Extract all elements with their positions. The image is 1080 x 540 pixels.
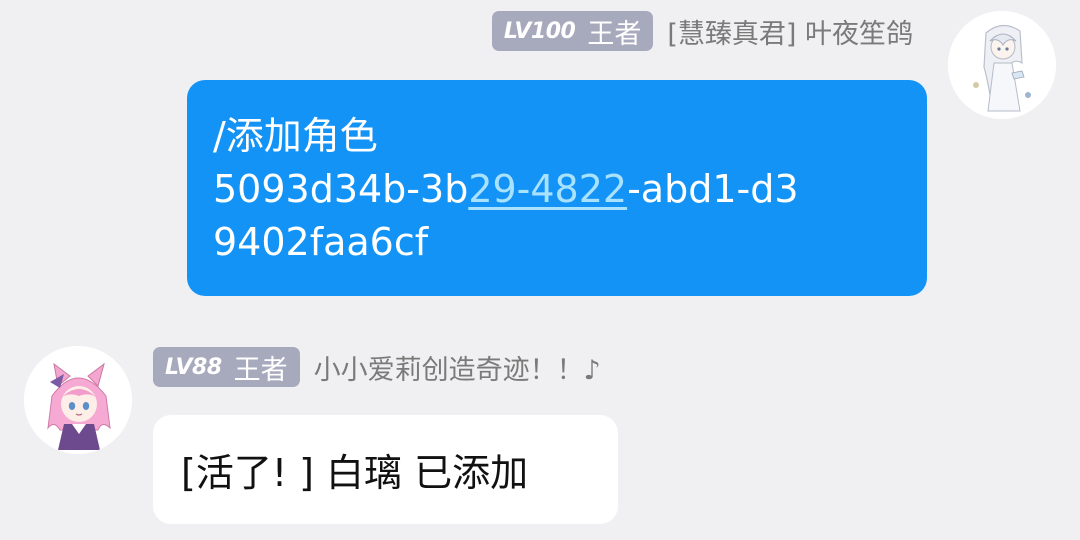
command-text: /添加角色 (213, 114, 378, 158)
anime-girl-pink-hair-cat-ears-avatar-icon (24, 346, 132, 454)
rank-title: 王者 (587, 18, 642, 50)
message-bubble-incoming[interactable]: [活了! ] 白璃 已添加 (153, 415, 618, 524)
anime-girl-white-hair-avatar-icon (948, 11, 1056, 119)
level-badge[interactable]: LV100 王者 (491, 11, 654, 51)
sender-info-1: LV100 王者 [慧臻真君] 叶夜笙鸽 (491, 11, 913, 51)
avatar[interactable] (948, 11, 1056, 119)
level-text: LV100 (503, 18, 576, 44)
sender-name[interactable]: [慧臻真君] 叶夜笙鸽 (667, 12, 913, 51)
id-segment: 5093d34b-3b (213, 167, 469, 211)
avatar[interactable] (24, 346, 132, 454)
sender-name[interactable]: 小小爱莉创造奇迹！！♪ (314, 348, 601, 387)
level-badge[interactable]: LV88 王者 (153, 347, 300, 387)
sender-info-2: LV88 王者 小小爱莉创造奇迹！！♪ (153, 347, 601, 387)
level-text: LV88 (165, 354, 222, 380)
id-line-2: 9402faa6cf (213, 220, 429, 264)
message-text: [活了! ] 白璃 已添加 (181, 451, 529, 495)
id-segment: -abd1-d3 (627, 167, 799, 211)
id-line-1: 5093d34b-3b29-4822-abd1-d3 (213, 163, 901, 216)
phone-number-link[interactable]: 29-4822 (468, 167, 627, 211)
message-bubble-outgoing[interactable]: /添加角色 5093d34b-3b29-4822-abd1-d3 9402faa… (187, 80, 927, 296)
rank-title: 王者 (233, 354, 288, 386)
